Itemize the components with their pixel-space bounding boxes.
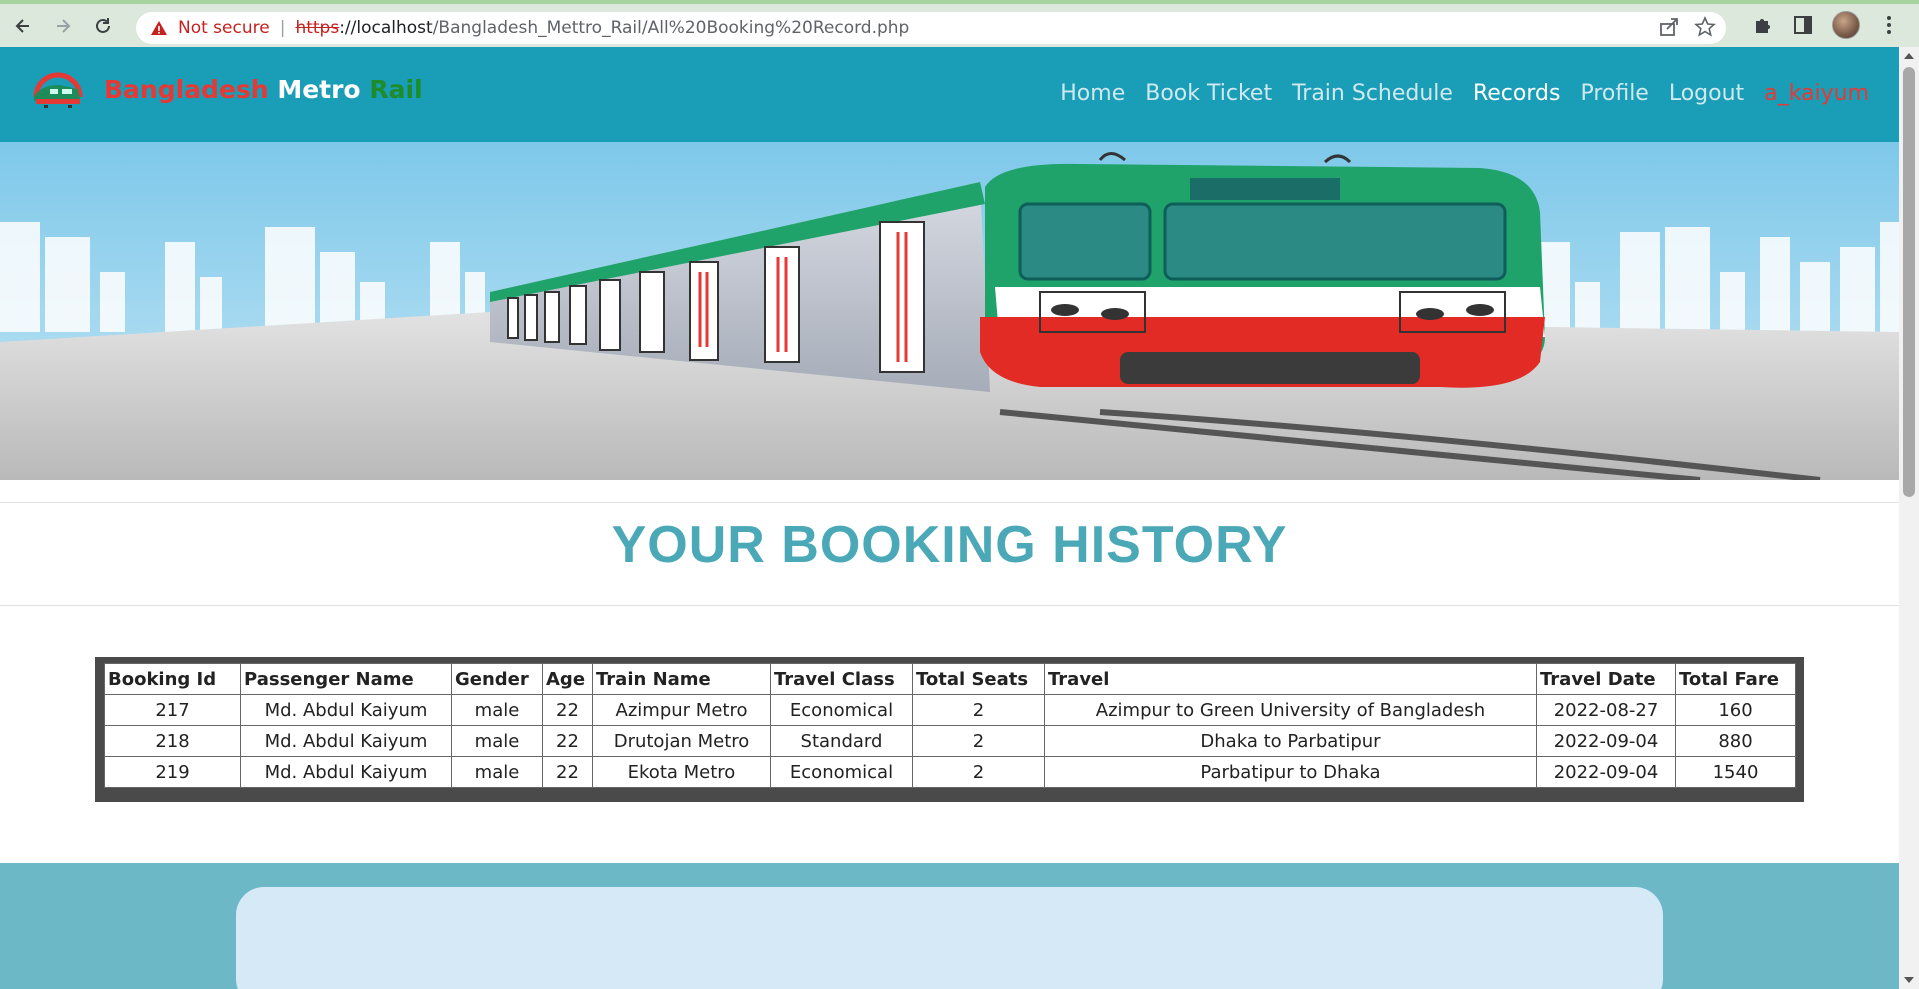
bookmark-star-icon[interactable]	[1694, 16, 1716, 38]
footer-card	[236, 887, 1663, 989]
cell-age: 22	[542, 694, 593, 726]
share-icon[interactable]	[1658, 16, 1680, 38]
cell-booking-id: 217	[104, 694, 241, 726]
brand-word-bangladesh: Bangladesh	[104, 74, 269, 104]
cell-passenger-name: Md. Abdul Kaiyum	[240, 756, 452, 788]
header-travel-date: Travel Date	[1536, 663, 1676, 695]
cell-total-seats: 2	[912, 756, 1045, 788]
forward-arrow-icon	[57, 18, 71, 33]
browser-toolbar: Not secure | https://localhost/Banglades…	[0, 0, 1919, 47]
cell-booking-id: 218	[104, 725, 241, 757]
address-bar[interactable]: Not secure | https://localhost/Banglades…	[136, 12, 1726, 44]
cell-gender: male	[451, 725, 543, 757]
security-label[interactable]: Not secure	[178, 18, 270, 38]
cell-travel-class: Standard	[770, 725, 913, 757]
cell-travel-date: 2022-09-04	[1536, 756, 1676, 788]
cell-train-name: Drutojan Metro	[592, 725, 771, 757]
nav-home[interactable]: Home	[1060, 81, 1125, 106]
cell-travel-class: Economical	[770, 694, 913, 726]
reload-icon	[96, 17, 110, 33]
booking-history-table: Booking Id Passenger Name Gender Age Tra…	[104, 663, 1796, 788]
profile-avatar[interactable]	[1832, 11, 1860, 39]
hero-metro-train-image	[0, 142, 1899, 480]
scroll-up-arrow-icon[interactable]	[1904, 53, 1914, 59]
divider-top	[0, 502, 1899, 503]
header-travel-class: Travel Class	[770, 663, 913, 695]
header-total-seats: Total Seats	[912, 663, 1045, 695]
table-row: 218 Md. Abdul Kaiyum male 22 Drutojan Me…	[104, 725, 1796, 757]
warning-icon	[151, 21, 167, 35]
header-gender: Gender	[451, 663, 543, 695]
nav-book-ticket[interactable]: Book Ticket	[1145, 81, 1272, 106]
cell-total-seats: 2	[912, 725, 1045, 757]
url-host: ://localhost	[339, 18, 433, 38]
cell-travel: Azimpur to Green University of Banglades…	[1044, 694, 1537, 726]
nav-username[interactable]: a_kaiyum	[1764, 81, 1869, 106]
cell-train-name: Ekota Metro	[592, 756, 771, 788]
url-path: /Bangladesh_Mettro_Rail/All%20Booking%20…	[432, 18, 910, 38]
cell-age: 22	[542, 756, 593, 788]
booking-table-container: Booking Id Passenger Name Gender Age Tra…	[95, 657, 1804, 802]
cell-passenger-name: Md. Abdul Kaiyum	[240, 725, 452, 757]
header-booking-id: Booking Id	[104, 663, 241, 695]
reload-button[interactable]	[86, 9, 120, 43]
brand[interactable]: Bangladesh Metro Rail	[30, 67, 423, 111]
back-button[interactable]	[6, 9, 40, 43]
cell-travel-date: 2022-09-04	[1536, 725, 1676, 757]
scrollbar-thumb[interactable]	[1903, 67, 1915, 497]
cell-age: 22	[542, 725, 593, 757]
cell-total-fare: 880	[1675, 725, 1796, 757]
table-row: 219 Md. Abdul Kaiyum male 22 Ekota Metro…	[104, 756, 1796, 788]
table-row: 217 Md. Abdul Kaiyum male 22 Azimpur Met…	[104, 694, 1796, 726]
header-passenger-name: Passenger Name	[240, 663, 452, 695]
divider-bottom	[0, 605, 1899, 606]
nav-records[interactable]: Records	[1473, 81, 1560, 106]
header-total-fare: Total Fare	[1675, 663, 1796, 695]
cell-passenger-name: Md. Abdul Kaiyum	[240, 694, 452, 726]
table-header-row: Booking Id Passenger Name Gender Age Tra…	[104, 663, 1796, 695]
side-panel-icon[interactable]	[1792, 14, 1814, 36]
nav-logout[interactable]: Logout	[1669, 81, 1744, 106]
cell-travel-class: Economical	[770, 756, 913, 788]
menu-kebab-icon[interactable]	[1878, 14, 1900, 36]
header-age: Age	[542, 663, 593, 695]
nav-profile[interactable]: Profile	[1580, 81, 1648, 106]
cell-total-fare: 1540	[1675, 756, 1796, 788]
cell-travel: Dhaka to Parbatipur	[1044, 725, 1537, 757]
back-arrow-icon	[15, 18, 29, 33]
nav-train-schedule[interactable]: Train Schedule	[1292, 81, 1453, 106]
scroll-down-arrow-icon[interactable]	[1904, 977, 1914, 983]
page-scrollbar[interactable]	[1899, 47, 1919, 989]
brand-name: Bangladesh Metro Rail	[104, 75, 423, 104]
cell-gender: male	[451, 694, 543, 726]
cell-booking-id: 219	[104, 756, 241, 788]
brand-word-metro: Metro	[277, 74, 361, 104]
header-train-name: Train Name	[592, 663, 771, 695]
site-navbar: Bangladesh Metro Rail Home Book Ticket T…	[0, 47, 1899, 142]
url-protocol: https	[295, 18, 340, 38]
header-travel: Travel	[1044, 663, 1537, 695]
cell-total-fare: 160	[1675, 694, 1796, 726]
extensions-puzzle-icon[interactable]	[1752, 14, 1774, 36]
page-title: YOUR BOOKING HISTORY	[611, 516, 1288, 574]
cell-travel-date: 2022-08-27	[1536, 694, 1676, 726]
footer-section	[0, 863, 1899, 989]
cell-travel: Parbatipur to Dhaka	[1044, 756, 1537, 788]
nav-links: Home Book Ticket Train Schedule Records …	[1060, 81, 1869, 106]
forward-button[interactable]	[46, 9, 80, 43]
cell-total-seats: 2	[912, 694, 1045, 726]
cell-train-name: Azimpur Metro	[592, 694, 771, 726]
page-viewport: Bangladesh Metro Rail Home Book Ticket T…	[0, 47, 1899, 989]
url-separator: |	[279, 18, 286, 38]
metro-train-logo-icon	[33, 72, 83, 108]
brand-word-rail: Rail	[369, 74, 423, 104]
cell-gender: male	[451, 756, 543, 788]
